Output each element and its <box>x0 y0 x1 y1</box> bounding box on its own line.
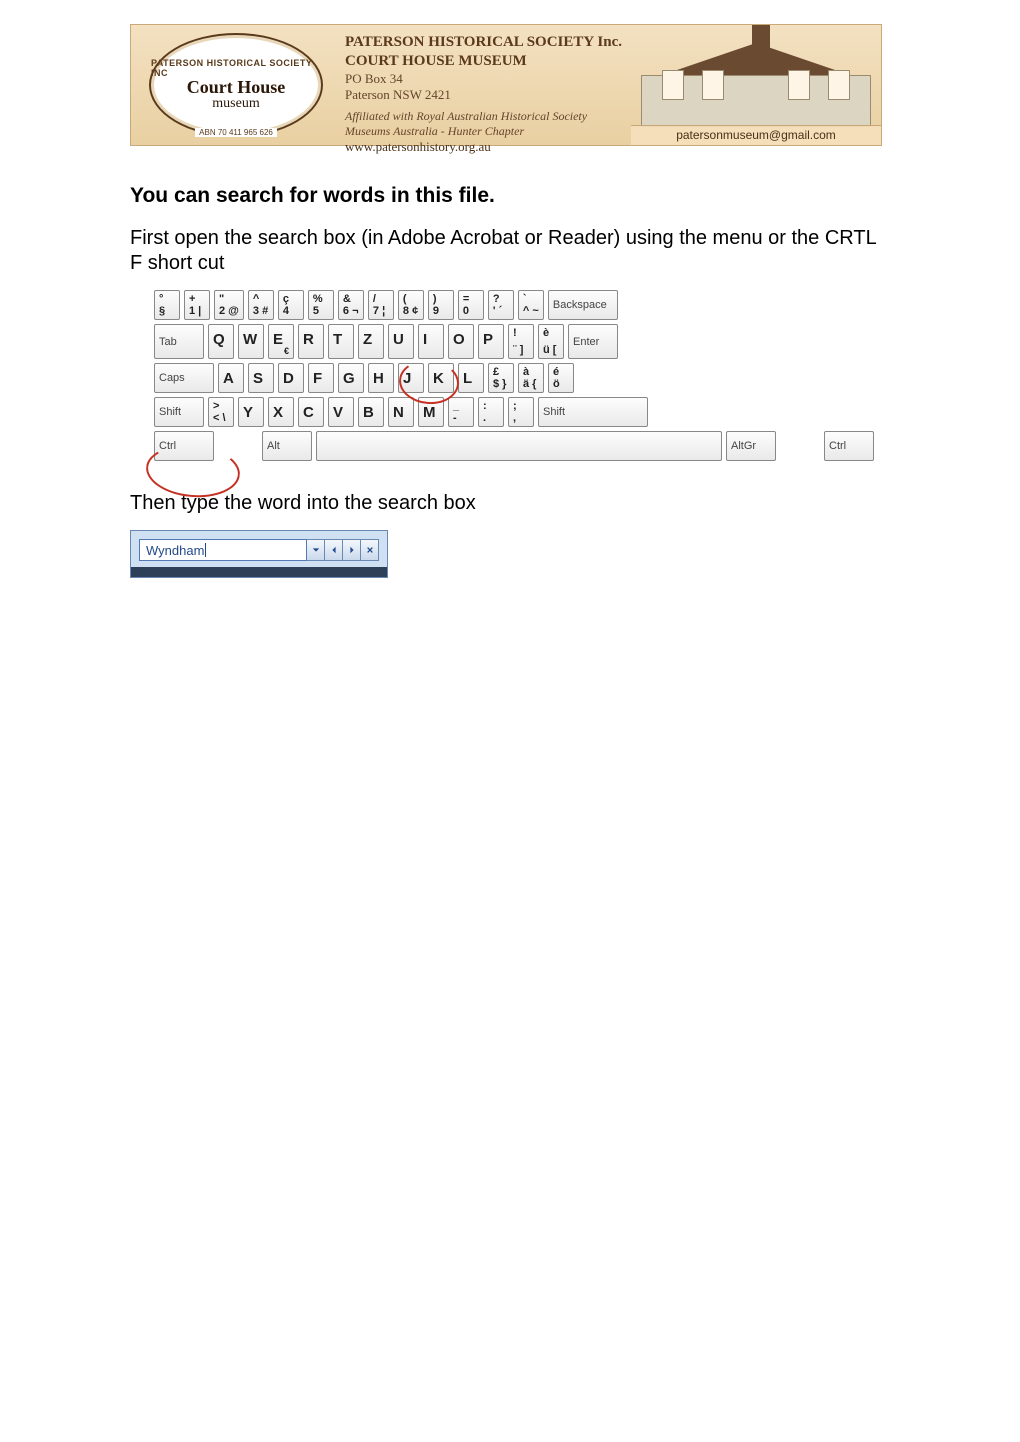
keyboard-row-4: Shift > < \ YXCVBNM_-:.;, Shift <box>154 397 874 427</box>
key-e: E€ <box>268 324 294 359</box>
chevron-down-icon <box>312 546 320 554</box>
banner-affiliation-2: Museums Australia - Hunter Chapter <box>345 124 627 139</box>
banner-addr-1: PO Box 34 <box>345 71 627 87</box>
key-ctrl-left: Ctrl <box>154 431 214 461</box>
text-caret <box>205 543 206 557</box>
banner-title-1: PATERSON HISTORICAL SOCIETY Inc. <box>345 33 627 52</box>
key-h: H <box>368 363 394 393</box>
key-o: O <box>448 324 474 359</box>
key-space <box>316 431 722 461</box>
key-a: A <box>218 363 244 393</box>
key-num-6: &6 ¬ <box>338 290 364 320</box>
key-w: W <box>238 324 264 359</box>
badge-sub-text: museum <box>212 96 259 112</box>
key-x: X <box>268 397 294 427</box>
key-tab: Tab <box>154 324 204 359</box>
key-y: Y <box>238 397 264 427</box>
instruction-paragraph-2: Then type the word into the search box <box>130 491 890 516</box>
badge-abn: ABN 70 411 965 626 <box>195 128 277 137</box>
key-num-0: °§ <box>154 290 180 320</box>
key-shift-right: Shift <box>538 397 648 427</box>
banner-text-block: PATERSON HISTORICAL SOCIETY Inc. COURT H… <box>341 25 631 145</box>
key-v: V <box>328 397 354 427</box>
search-next-button[interactable] <box>343 539 361 561</box>
badge-arc-text: PATERSON HISTORICAL SOCIETY INC <box>151 58 321 78</box>
acrobat-search-box: Wyndham <box>130 530 388 578</box>
key-t: T <box>328 324 354 359</box>
keyboard-row-3: Caps ASDFGHJKL£$ }àä {éö <box>154 363 874 393</box>
key-j: J <box>398 363 424 393</box>
key-enter: Enter <box>568 324 618 359</box>
key-num-4: ç4 <box>278 290 304 320</box>
key-c: C <box>298 397 324 427</box>
key-r3x-2: £$ } <box>488 363 514 393</box>
close-icon <box>366 546 374 554</box>
letterhead-banner: PATERSON HISTORICAL SOCIETY INC Court Ho… <box>130 24 882 146</box>
search-input-value: Wyndham <box>146 543 204 558</box>
key-num-9: )9 <box>428 290 454 320</box>
key-num-8: (8 ¢ <box>398 290 424 320</box>
key-g: G <box>338 363 364 393</box>
search-input[interactable]: Wyndham <box>139 539 307 561</box>
key-q: Q <box>208 324 234 359</box>
search-close-button[interactable] <box>361 539 379 561</box>
key-shift-left: Shift <box>154 397 204 427</box>
search-prev-button[interactable] <box>325 539 343 561</box>
key-r2x-1: !¨ ] <box>508 324 534 359</box>
key-k: K <box>428 363 454 393</box>
banner-affiliation-1: Affiliated with Royal Australian Histori… <box>345 109 627 124</box>
key-alt: Alt <box>262 431 312 461</box>
search-dropdown-button[interactable] <box>307 539 325 561</box>
key-num-2: "2 @ <box>214 290 244 320</box>
key-n: N <box>388 397 414 427</box>
arrow-left-icon <box>330 546 338 554</box>
key-p: P <box>478 324 504 359</box>
page-title: You can search for words in this file. <box>130 184 890 208</box>
key-z: Z <box>358 324 384 359</box>
key-num-7: /7 ¦ <box>368 290 394 320</box>
key-num-3: ^3 # <box>248 290 274 320</box>
key-r4x-2: _- <box>448 397 474 427</box>
keyboard-row-2: Tab QWE€RTZUIOP!¨ ]èü [ Enter <box>154 324 874 359</box>
banner-email: patersonmuseum@gmail.com <box>631 125 881 145</box>
key-l: L <box>458 363 484 393</box>
arrow-right-icon <box>348 546 356 554</box>
key-num-5: %5 <box>308 290 334 320</box>
key-i: I <box>418 324 444 359</box>
banner-title-2: COURT HOUSE MUSEUM <box>345 52 627 71</box>
key-altgr: AltGr <box>726 431 776 461</box>
badge-main-text: Court House <box>187 78 286 96</box>
key-caps: Caps <box>154 363 214 393</box>
key-r4x-1: :. <box>478 397 504 427</box>
keyboard-row-5: Ctrl Alt AltGr Ctrl <box>154 431 874 461</box>
banner-building-image: patersonmuseum@gmail.com <box>631 25 881 145</box>
key-angle-bracket: > < \ <box>208 397 234 427</box>
key-num-1: +1 | <box>184 290 210 320</box>
instruction-paragraph-1: First open the search box (in Adobe Acro… <box>130 226 890 276</box>
key-r: R <box>298 324 324 359</box>
key-r2x-0: èü [ <box>538 324 564 359</box>
banner-badge-area: PATERSON HISTORICAL SOCIETY INC Court Ho… <box>131 25 341 145</box>
key-r3x-0: éö <box>548 363 574 393</box>
banner-addr-2: Paterson NSW 2421 <box>345 87 627 103</box>
key-f: F <box>308 363 334 393</box>
key-u: U <box>388 324 414 359</box>
searchbox-bottom-bar <box>131 567 387 577</box>
keyboard-row-1: °§+1 |"2 @^3 #ç4%5&6 ¬/7 ¦(8 ¢)9=0?' ´`^… <box>154 290 874 320</box>
society-badge: PATERSON HISTORICAL SOCIETY INC Court Ho… <box>149 33 323 137</box>
key-num-11: ?' ´ <box>488 290 514 320</box>
key-ctrl-right: Ctrl <box>824 431 874 461</box>
key-num-10: =0 <box>458 290 484 320</box>
key-m: M <box>418 397 444 427</box>
keyboard-diagram: °§+1 |"2 @^3 #ç4%5&6 ¬/7 ¦(8 ¢)9=0?' ´`^… <box>154 290 874 461</box>
key-r4x-0: ;, <box>508 397 534 427</box>
key-d: D <box>278 363 304 393</box>
key-s: S <box>248 363 274 393</box>
key-num-12: `^ ~ <box>518 290 544 320</box>
key-backspace: Backspace <box>548 290 618 320</box>
banner-url: www.patersonhistory.org.au <box>345 139 627 155</box>
key-b: B <box>358 397 384 427</box>
key-r3x-1: àä { <box>518 363 544 393</box>
